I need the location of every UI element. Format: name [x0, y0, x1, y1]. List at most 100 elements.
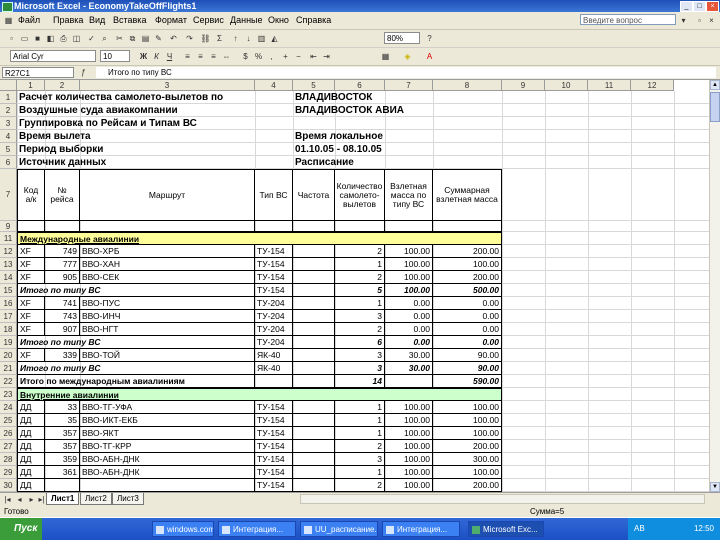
borders-icon[interactable]: ▦: [380, 51, 391, 62]
report-value[interactable]: ВЛАДИВОСТОК АВИА: [293, 104, 502, 117]
aircraft-type[interactable]: ТУ-154: [255, 271, 293, 284]
total-mass[interactable]: 300.00: [433, 453, 502, 466]
total-mass[interactable]: 200.00: [433, 479, 502, 492]
vertical-scrollbar[interactable]: ▲ ▼: [709, 80, 720, 492]
empty-cell[interactable]: [293, 221, 335, 232]
column-header[interactable]: 10: [545, 80, 588, 91]
takeoff-mass[interactable]: 100.00: [385, 271, 433, 284]
sheet-tab-2[interactable]: Лист2: [80, 493, 112, 505]
flights-count[interactable]: 2: [335, 440, 385, 453]
align-right-icon[interactable]: ≡: [208, 51, 219, 62]
flights-count[interactable]: 14: [335, 375, 385, 388]
takeoff-mass[interactable]: 100.00: [385, 440, 433, 453]
flights-count[interactable]: 6: [335, 336, 385, 349]
report-label[interactable]: Время вылета: [17, 130, 293, 143]
row-header[interactable]: 3: [0, 117, 17, 130]
aircraft-type[interactable]: ТУ-204: [255, 323, 293, 336]
merge-center-icon[interactable]: ⇔: [221, 51, 232, 62]
empty-cell[interactable]: [335, 221, 385, 232]
frequency[interactable]: [293, 440, 335, 453]
menu-window[interactable]: Окно: [268, 15, 289, 25]
aircraft-type[interactable]: ТУ-154: [255, 427, 293, 440]
select-all-corner[interactable]: [0, 80, 17, 91]
frequency[interactable]: [293, 323, 335, 336]
frequency[interactable]: [293, 245, 335, 258]
report-value[interactable]: ВЛАДИВОСТОК: [293, 91, 502, 104]
total-label[interactable]: Итого по типу ВС: [17, 284, 255, 297]
hyperlink-icon[interactable]: ⛓: [200, 33, 211, 44]
print-preview-icon[interactable]: ◫: [71, 33, 82, 44]
row-header[interactable]: 16: [0, 297, 17, 310]
flights-count[interactable]: 1: [335, 414, 385, 427]
takeoff-mass[interactable]: 100.00: [385, 466, 433, 479]
flights-count[interactable]: 2: [335, 479, 385, 492]
aircraft-type[interactable]: ЯК-40: [255, 362, 293, 375]
route[interactable]: [80, 479, 255, 492]
flights-count[interactable]: 3: [335, 349, 385, 362]
sheet-tab-3[interactable]: Лист3: [112, 493, 144, 505]
airline-code[interactable]: XF: [17, 349, 45, 362]
airline-code[interactable]: XF: [17, 258, 45, 271]
menu-edit[interactable]: Правка: [53, 15, 83, 25]
scroll-down-icon[interactable]: ▼: [710, 482, 720, 492]
empty-cell[interactable]: [385, 221, 433, 232]
flight-number[interactable]: 907: [45, 323, 80, 336]
sort-descending-icon[interactable]: ↓: [243, 33, 254, 44]
empty-cell[interactable]: [45, 221, 80, 232]
align-center-icon[interactable]: ≡: [195, 51, 206, 62]
comma-style-icon[interactable]: ,: [266, 51, 277, 62]
aircraft-type[interactable]: ТУ-154: [255, 258, 293, 271]
table-header-cell[interactable]: Код а/к: [17, 169, 45, 221]
total-mass[interactable]: 200.00: [433, 245, 502, 258]
decrease-indent-icon[interactable]: ⇤: [308, 51, 319, 62]
worksheet-grid[interactable]: 1 2 3 4 5 6 7 8 9 10 11 12 1 Расчет количества самоле…: [0, 80, 709, 492]
row-header[interactable]: 30: [0, 479, 17, 492]
prev-sheet-icon[interactable]: ◂: [14, 494, 25, 505]
row-header[interactable]: 18: [0, 323, 17, 336]
aircraft-type[interactable]: ТУ-154: [255, 284, 293, 297]
format-painter-icon[interactable]: ✎: [153, 33, 164, 44]
table-header-cell[interactable]: Суммарная взлетная масса: [433, 169, 502, 221]
frequency[interactable]: [293, 258, 335, 271]
flight-number[interactable]: 743: [45, 310, 80, 323]
sheet-tab-1[interactable]: Лист1: [46, 493, 80, 505]
horizontal-scrollbar[interactable]: [300, 494, 705, 504]
total-mass[interactable]: 200.00: [433, 271, 502, 284]
column-header[interactable]: 11: [588, 80, 631, 91]
empty-cell[interactable]: [17, 221, 45, 232]
redo-icon[interactable]: ↷: [184, 33, 195, 44]
route[interactable]: ВВО-ПУС: [80, 297, 255, 310]
align-left-icon[interactable]: ≡: [182, 51, 193, 62]
scroll-up-icon[interactable]: ▲: [710, 80, 720, 90]
column-header[interactable]: 5: [293, 80, 335, 91]
chart-wizard-icon[interactable]: ▥: [256, 33, 267, 44]
start-button[interactable]: Пуск: [0, 518, 42, 540]
menu-tools[interactable]: Сервис: [193, 15, 224, 25]
report-label[interactable]: Источник данных: [17, 156, 293, 169]
font-size-select[interactable]: 10: [100, 50, 130, 62]
flights-count[interactable]: 3: [335, 310, 385, 323]
section-header[interactable]: Внутренние авиалинии: [17, 388, 502, 401]
row-header[interactable]: 20: [0, 349, 17, 362]
row-header[interactable]: 6: [0, 156, 17, 169]
cut-icon[interactable]: ✂: [114, 33, 125, 44]
takeoff-mass[interactable]: 100.00: [385, 479, 433, 492]
help-icon[interactable]: ?: [424, 33, 435, 44]
flights-count[interactable]: 1: [335, 258, 385, 271]
aircraft-type[interactable]: ТУ-154: [255, 401, 293, 414]
row-header[interactable]: 5: [0, 143, 17, 156]
column-header[interactable]: 2: [45, 80, 80, 91]
aircraft-type[interactable]: ТУ-154: [255, 466, 293, 479]
route[interactable]: ВВО-ТГ-КРР: [80, 440, 255, 453]
empty-cell[interactable]: [255, 221, 293, 232]
menu-insert[interactable]: Вставка: [113, 15, 146, 25]
route[interactable]: ВВО-АБН-ДНК: [80, 453, 255, 466]
aircraft-type[interactable]: ТУ-204: [255, 336, 293, 349]
aircraft-type[interactable]: ТУ-154: [255, 453, 293, 466]
ask-question-input[interactable]: Введите вопрос: [580, 14, 676, 25]
takeoff-mass[interactable]: 30.00: [385, 349, 433, 362]
sort-ascending-icon[interactable]: ↑: [230, 33, 241, 44]
frequency[interactable]: [293, 362, 335, 375]
autosum-icon[interactable]: Σ: [214, 33, 225, 44]
report-value[interactable]: 01.10.05 - 08.10.05: [293, 143, 502, 156]
